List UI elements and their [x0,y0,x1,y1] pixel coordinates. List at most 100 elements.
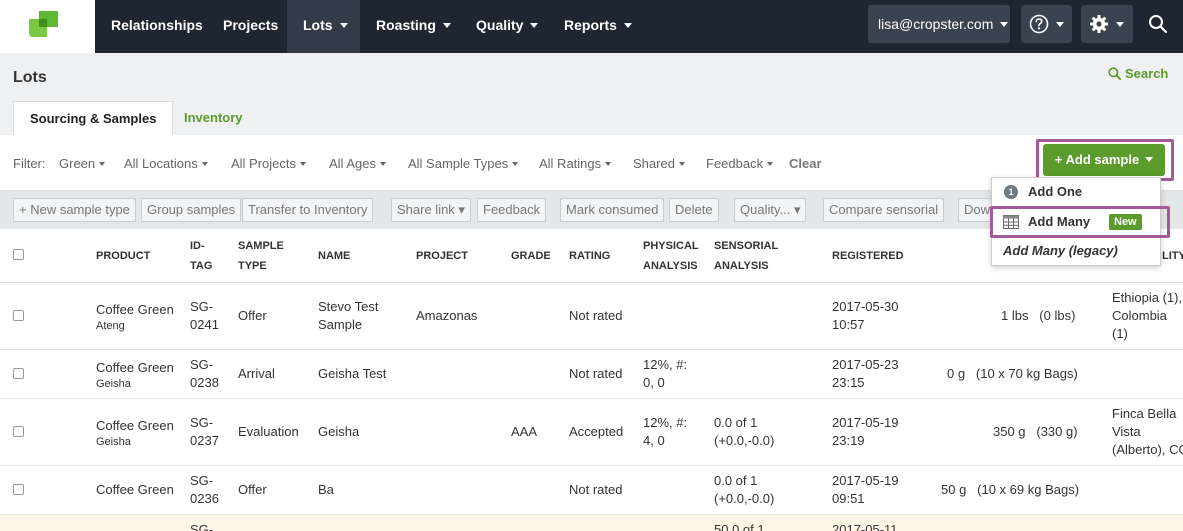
row-checkbox[interactable] [13,426,24,437]
new-sample-type-button[interactable]: + New sample type [13,198,136,222]
registered-date: 2017-05-19 [832,473,899,488]
chevron-down-icon [339,23,348,28]
nav-quality-label: Quality [476,17,524,33]
quality-button[interactable]: Quality... ▾ [734,198,807,222]
col-registered[interactable]: REGISTERED [832,246,904,266]
col-idtag-line2[interactable]: TAG [190,256,212,276]
cell-product: Coffee Green [96,482,174,497]
nav-lots[interactable]: Lots [287,0,360,53]
highlight-box-add-many [990,206,1170,238]
col-physical-line1[interactable]: PHYSICAL [643,236,699,256]
select-all-checkbox[interactable] [13,249,24,260]
chevron-down-icon [300,162,307,166]
table-row[interactable]: Coffee Green Geisha SG- 0238 Arrival Geish… [0,350,1183,399]
help-menu-button[interactable] [1021,5,1072,43]
nav-reports[interactable]: Reports [548,0,648,53]
filter-feedback-label: Feedback [706,156,764,171]
user-menu-button[interactable]: lisa@cropster.com [868,5,1010,43]
row-checkbox[interactable] [13,368,24,379]
compare-sensorial-button[interactable]: Compare sensorial [823,198,945,222]
settings-menu-button[interactable] [1081,5,1133,43]
idtag-number: 0236 [190,491,219,506]
col-physical-line2[interactable]: ANALYSIS [643,256,698,276]
col-partial-origin[interactable]: LITY [1162,246,1183,266]
col-name[interactable]: NAME [318,246,350,266]
tab-inventory[interactable]: Inventory [168,101,259,135]
share-link-button[interactable]: Share link ▾ [391,198,471,222]
nav-relationships-label: Relationships [111,17,203,33]
col-type-line1[interactable]: SAMPLE [238,236,284,256]
filter-locations[interactable]: All Locations [124,156,208,171]
product-variety: Geisha [96,378,131,390]
col-grade[interactable]: GRADE [511,246,551,266]
col-product[interactable]: PRODUCT [96,246,150,266]
idtag-prefix: SG- [190,299,214,314]
add-one-label: Add One [1028,184,1083,199]
nav-quality[interactable]: Quality [460,0,554,53]
transfer-inventory-button[interactable]: Transfer to Inventory [242,198,374,222]
nav-relationships[interactable]: Relationships [95,0,219,53]
page-header: Lots Search Sourcing & Samples Inventory [0,53,1183,135]
tab-sourcing-samples[interactable]: Sourcing & Samples [13,101,174,135]
menu-item-add-many-legacy[interactable]: Add Many (legacy) [992,237,1160,265]
filter-green-label: Green [59,156,96,171]
cell-type: Evaluation [238,424,299,439]
top-nav: Relationships Projects Lots Roasting Qua… [0,0,1183,53]
filter-ages-label: All Ages [329,156,376,171]
cell-idtag: SG- 0236 [190,472,219,508]
origin-line1: Finca Bella [1112,406,1177,421]
nav-roasting-label: Roasting [376,17,436,33]
origin-line2: Colombia [1112,308,1167,323]
filter-shared[interactable]: Shared [633,156,685,171]
cell-origin: Ethiopia (1), Colombia (1) [1112,289,1182,343]
filter-feedback[interactable]: Feedback [706,156,774,171]
col-type-line2[interactable]: TYPE [238,256,267,276]
cell-name[interactable]: Geisha Test [318,365,386,383]
filter-sample-types[interactable]: All Sample Types [408,156,519,171]
filter-ratings[interactable]: All Ratings [539,156,612,171]
sensorial-line2: (+0.0,-0.0) [714,491,775,506]
nav-projects[interactable]: Projects [207,0,294,53]
feedback-button[interactable]: Feedback [477,198,547,222]
mark-consumed-button[interactable]: Mark consumed [560,198,665,222]
highlight-box-add-sample [1036,139,1174,181]
registered-date: 2017-05-30 [832,299,899,314]
cell-sensorial: 50.0 of 1 [714,522,765,531]
row-checkbox[interactable] [13,310,24,321]
cropster-logo[interactable] [0,0,95,53]
download-button[interactable]: Dow [958,198,992,222]
col-rating[interactable]: RATING [569,246,610,266]
delete-button[interactable]: Delete [669,198,719,222]
filter-green[interactable]: Green [59,156,106,171]
cell-name[interactable]: Stevo Test Sample [318,298,378,334]
search-link[interactable]: Search [1108,66,1168,81]
nav-roasting[interactable]: Roasting [360,0,467,53]
physical-line1: 12%, #: [643,415,688,430]
table-row[interactable]: SG- 50.0 of 1 2017-05-11 [0,515,1183,531]
table-row[interactable]: Coffee Green Geisha SG- 0237 Evaluation Ge… [0,399,1183,466]
menu-item-add-one[interactable]: 1 Add One [992,178,1160,206]
chevron-down-icon [623,23,632,28]
search-icon [1149,15,1168,34]
idtag-prefix: SG- [190,473,214,488]
idtag-number: 0238 [190,375,219,390]
cell-type: Arrival [238,366,275,381]
filter-projects[interactable]: All Projects [231,156,307,171]
col-sensorial-line2[interactable]: ANALYSIS [714,256,769,276]
row-checkbox[interactable] [13,484,24,495]
table-row[interactable]: Coffee Green SG- 0236 Offer Ba Not rated … [0,466,1183,515]
filter-ages[interactable]: All Ages [329,156,386,171]
cell-name[interactable]: Geisha [318,423,359,441]
table-row[interactable]: Coffee Green Ateng SG- 0241 Offer Stevo Te… [0,283,1183,350]
cell-name[interactable]: Ba [318,481,334,499]
col-sensorial-line1[interactable]: SENSORIAL [714,236,778,256]
help-circle-icon [1029,14,1049,34]
cell-idtag: SG- 0241 [190,298,219,334]
group-samples-button[interactable]: Group samples [141,198,242,222]
filter-ratings-label: All Ratings [539,156,602,171]
cell-sensorial: 0.0 of 1 (+0.0,-0.0) [714,472,774,508]
nav-search-button[interactable] [1148,14,1168,37]
col-project[interactable]: PROJECT [416,246,468,266]
col-idtag-line1[interactable]: ID- [190,236,205,256]
filter-clear-button[interactable]: Clear [789,156,822,171]
